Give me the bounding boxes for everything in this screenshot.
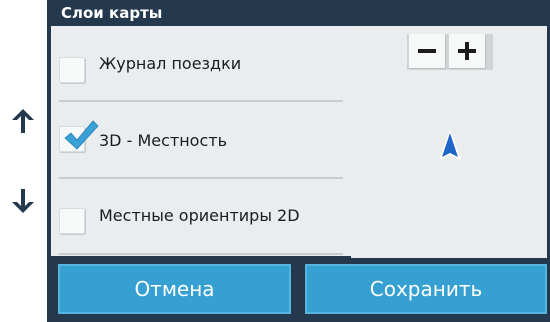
- scroll-up-icon[interactable]: [8, 106, 38, 136]
- 3d-terrain-label: 3D - Местность: [99, 131, 228, 150]
- list-item-3d-terrain[interactable]: 3D - Местность: [51, 102, 351, 178]
- title-bar: Слои карты: [47, 0, 550, 26]
- checkmark-icon: [64, 120, 99, 150]
- button-bar: Отмена Сохранить: [47, 258, 550, 322]
- page-title: Слои карты: [61, 4, 163, 22]
- scroll-down-icon[interactable]: [8, 186, 38, 216]
- 3d-terrain-checkbox[interactable]: [59, 120, 99, 152]
- zoom-in-button[interactable]: [449, 34, 485, 68]
- list-item-trip-log[interactable]: Журнал поездки: [51, 26, 351, 102]
- list-item-landmarks-2d[interactable]: Местные ориентиры 2D: [51, 179, 351, 255]
- minus-icon: [418, 49, 436, 53]
- trip-log-label: Журнал поездки: [99, 54, 242, 73]
- landmarks-2d-checkbox[interactable]: [59, 208, 85, 234]
- cancel-button[interactable]: Отмена: [58, 264, 291, 314]
- plus-icon: [458, 42, 476, 60]
- navigation-arrow-icon: [439, 129, 461, 160]
- zoom-out-button[interactable]: [409, 34, 445, 68]
- divider: [59, 253, 343, 255]
- landmarks-2d-label: Местные ориентиры 2D: [99, 206, 300, 225]
- trip-log-checkbox[interactable]: [59, 57, 85, 83]
- map-preview[interactable]: [351, 26, 547, 258]
- save-button[interactable]: Сохранить: [305, 264, 547, 314]
- zoom-controls: [407, 34, 493, 70]
- layer-list: Журнал поездки 3D - Местность Местные ор…: [51, 26, 351, 256]
- scroll-rail: [0, 0, 47, 322]
